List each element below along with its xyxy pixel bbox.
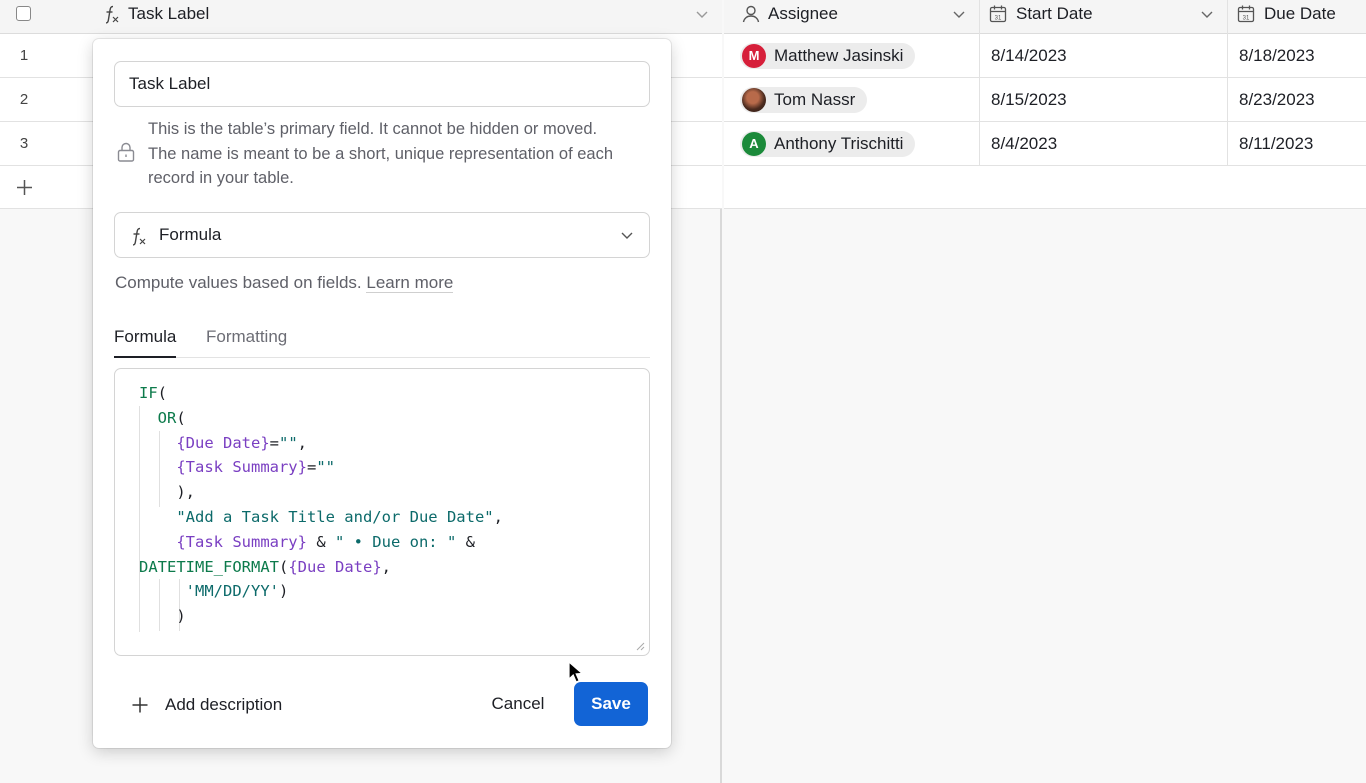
grid-header-right: Assignee 31 Start Date 31 Due Date (724, 0, 1366, 34)
primary-field-note: This is the table’s primary field. It ca… (148, 120, 614, 187)
edit-field-dialog: This is the table’s primary field. It ca… (93, 39, 671, 748)
calendar-icon: 31 (1237, 5, 1255, 23)
assignee-pill[interactable]: A Anthony Trischitti (740, 131, 916, 157)
cursor-arrow-icon (568, 661, 584, 683)
column-divider (1227, 34, 1228, 166)
add-description-button[interactable]: Add description (131, 691, 282, 719)
resize-grip-icon[interactable] (635, 641, 645, 651)
row-number: 1 (19, 47, 29, 64)
start-date-cell[interactable]: 8/14/2023 (991, 34, 1067, 78)
tab-formatting[interactable]: Formatting (206, 322, 287, 358)
column-header-due-date[interactable]: Due Date (1264, 0, 1336, 28)
avatar: M (742, 44, 766, 68)
chevron-down-icon[interactable] (1199, 6, 1215, 22)
formula-editor[interactable]: IF( OR( {Due Date}="", {Task Summary}=""… (114, 368, 650, 656)
chevron-down-icon (621, 232, 633, 239)
chevron-down-icon[interactable] (951, 6, 967, 22)
formula-code[interactable]: IF( OR( {Due Date}="", {Task Summary}=""… (139, 381, 503, 629)
svg-text:31: 31 (1243, 15, 1250, 21)
column-header-assignee[interactable]: Assignee (768, 0, 838, 28)
due-date-cell[interactable]: 8/11/2023 (1239, 122, 1313, 166)
row-number: 2 (19, 91, 29, 108)
add-description-label: Add description (165, 695, 283, 714)
svg-text:31: 31 (995, 15, 1002, 21)
formula-tabs: Formula Formatting (114, 322, 650, 358)
plus-icon (132, 697, 148, 713)
plus-icon[interactable] (15, 178, 34, 197)
formula-icon (132, 227, 146, 246)
assignee-name: Matthew Jasinski (774, 46, 904, 65)
assignee-name: Anthony Trischitti (774, 134, 904, 153)
field-name-input[interactable] (114, 61, 650, 107)
grid-right-pane: Assignee 31 Start Date 31 Due Date M Mat… (724, 0, 1366, 783)
tab-formula[interactable]: Formula (114, 322, 177, 358)
add-record-row-extension[interactable] (724, 166, 1366, 209)
field-type-label: Formula (159, 225, 222, 244)
avatar (742, 88, 766, 112)
column-header-start-date[interactable]: Start Date (1016, 0, 1093, 28)
learn-more-link[interactable]: Learn more (366, 273, 454, 293)
row-number: 3 (19, 135, 29, 152)
assignee-name: Tom Nassr (774, 90, 856, 109)
table-row[interactable]: A Anthony Trischitti 8/4/2023 8/11/2023 (724, 122, 1366, 166)
start-date-cell[interactable]: 8/4/2023 (991, 122, 1057, 166)
compute-note-text: Compute values based on fields. (115, 273, 362, 292)
calendar-icon: 31 (989, 5, 1007, 23)
chevron-down-icon[interactable] (694, 6, 710, 22)
assignee-pill[interactable]: M Matthew Jasinski (740, 43, 916, 69)
table-row[interactable]: Tom Nassr 8/15/2023 8/23/2023 (724, 78, 1366, 122)
column-divider (979, 34, 980, 166)
select-all-checkbox[interactable] (16, 6, 31, 21)
cancel-button[interactable]: Cancel (477, 682, 559, 726)
column-header-task-label[interactable]: Task Label (128, 0, 209, 28)
assignee-pill[interactable]: Tom Nassr (740, 87, 868, 113)
column-divider (1227, 0, 1228, 34)
field-type-select[interactable]: Formula (114, 212, 650, 258)
avatar: A (742, 132, 766, 156)
formula-icon (105, 5, 119, 24)
start-date-cell[interactable]: 8/15/2023 (991, 78, 1067, 122)
due-date-cell[interactable]: 8/18/2023 (1239, 34, 1315, 78)
user-icon (742, 5, 760, 23)
compute-note: Compute values based on fields. Learn mo… (115, 273, 454, 293)
column-divider (979, 0, 980, 34)
grid-header-left: Task Label (0, 0, 722, 34)
due-date-cell[interactable]: 8/23/2023 (1239, 78, 1315, 122)
table-row[interactable]: M Matthew Jasinski 8/14/2023 8/18/2023 (724, 34, 1366, 78)
lock-icon (117, 142, 135, 162)
save-button[interactable]: Save (574, 682, 648, 726)
